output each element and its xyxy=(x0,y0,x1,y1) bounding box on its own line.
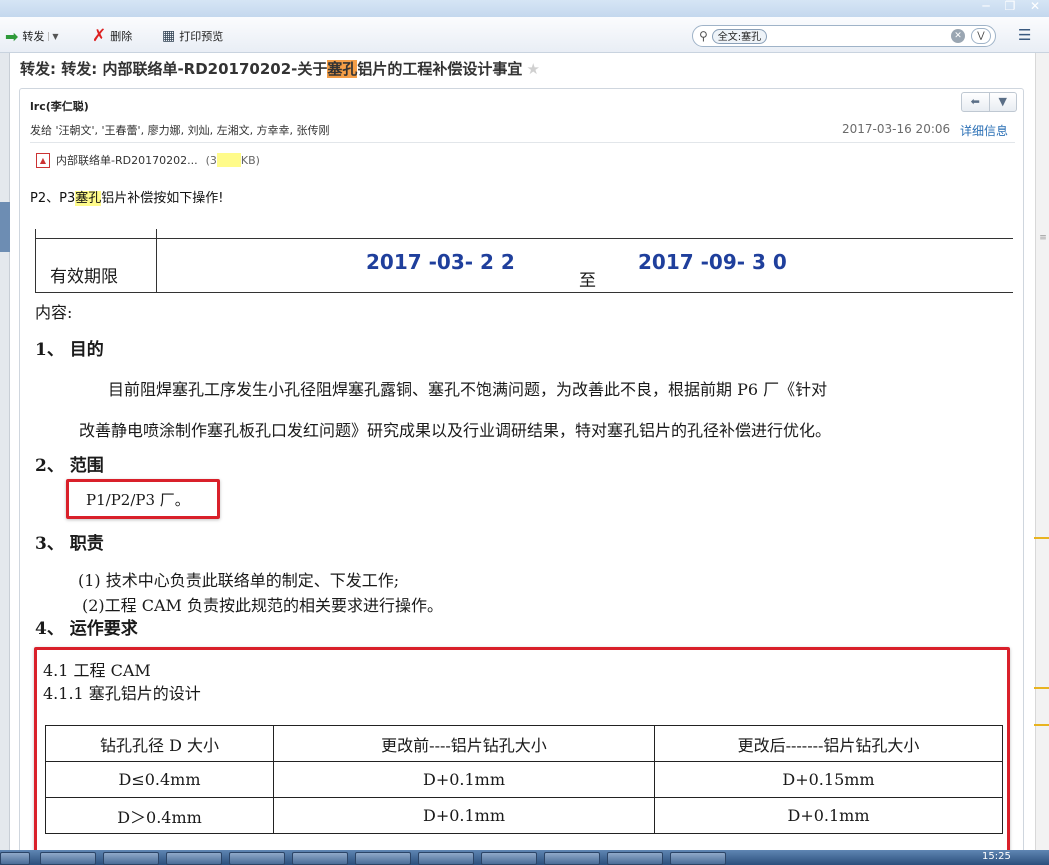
left-panel-selection xyxy=(0,202,10,252)
print-label: 打印预览 xyxy=(179,30,224,43)
taskbar-button[interactable] xyxy=(103,852,159,865)
attachment-size-highlight xyxy=(216,153,241,167)
table-cell: D+0.1mm xyxy=(273,761,655,798)
minimize-icon[interactable]: ─ xyxy=(975,0,997,14)
section-4-1-1: 4.1.1 塞孔铝片的设计 xyxy=(43,684,201,703)
taskbar: 15:25 xyxy=(0,850,1049,865)
search-options-icon[interactable]: ⋁ xyxy=(971,28,991,44)
mail-subject: 转发: 转发: 内部联络单-RD20170202-关于塞孔铝片的工程补偿设计事宜… xyxy=(20,58,540,79)
reply-icon[interactable]: ⬅ xyxy=(962,93,989,111)
purpose-line-2: 改善静电喷涂制作塞孔板孔口发红问题》研究成果以及行业调研结果，特对塞孔铝片的孔径… xyxy=(79,421,832,440)
star-icon[interactable]: ★ xyxy=(526,60,539,78)
table-header-row: 钻孔孔径 D 大小 更改前----铝片钻孔大小 更改后-------铝片钻孔大小 xyxy=(45,725,1003,762)
table-row: D≤0.4mm D+0.1mm D+0.15mm xyxy=(45,761,1003,798)
taskbar-button[interactable] xyxy=(544,852,600,865)
content-label: 内容: xyxy=(35,303,73,322)
delete-button[interactable]: ✗ 删除 xyxy=(92,25,132,47)
scope-highlight-box xyxy=(66,479,220,519)
clear-search-icon[interactable]: ✕ xyxy=(951,29,965,43)
sender[interactable]: lrc(李仁聪) xyxy=(30,98,89,114)
scroll-grip-icon[interactable]: ≡ xyxy=(1038,233,1048,253)
table-cell: D+0.1mm xyxy=(654,797,1003,834)
validity-box: 有效期限 2017 -03- 2 2 至 2017 -09- 3 0 xyxy=(35,229,1013,293)
validity-label: 有效期限 xyxy=(50,267,118,287)
table-cell: D+0.1mm xyxy=(273,797,655,834)
search-query-tag[interactable]: 全文:塞孔 xyxy=(711,28,768,44)
forward-dropdown-icon[interactable]: ▼ xyxy=(48,31,59,41)
attachment-size-close: KB) xyxy=(240,153,260,167)
scroll-marker xyxy=(1034,537,1049,539)
mail-card: lrc(李仁聪) ⬅ ▼ 发给 '汪朝文', '王春蕾', 廖力娜, 刘灿, 左… xyxy=(19,88,1024,858)
taskbar-button[interactable] xyxy=(166,852,222,865)
window-title-bar: ─ ❐ ✕ xyxy=(0,0,1049,17)
scroll-marker xyxy=(1034,724,1049,726)
table-header: 钻孔孔径 D 大小 xyxy=(45,725,274,762)
taskbar-button[interactable] xyxy=(229,852,285,865)
forward-arrow-icon: ➡ xyxy=(5,26,19,46)
print-preview-button[interactable]: ▦ 打印预览 xyxy=(162,25,223,47)
forward-button[interactable]: ➡ 转发 ▼ xyxy=(5,25,59,47)
taskbar-button[interactable] xyxy=(40,852,96,865)
table-header: 更改后-------铝片钻孔大小 xyxy=(654,725,1003,762)
attachment-name: 内部联络单-RD20170202... xyxy=(56,154,198,167)
section-3-title: 3、 职责 xyxy=(35,534,104,554)
details-link[interactable]: 详细信息 xyxy=(960,122,1008,139)
mail-date: 2017-03-16 20:06 xyxy=(842,122,951,136)
subject-highlight: 塞孔 xyxy=(327,60,358,78)
recipients: 发给 '汪朝文', '王春蕾', 廖力娜, 刘灿, 左湘文, 方幸幸, 张传刚 xyxy=(30,124,330,137)
pdf-icon: ▲ xyxy=(36,152,50,168)
header-divider xyxy=(30,142,1015,143)
duty-line-2: (2)工程 CAM 负责按此规范的相关要求进行操作。 xyxy=(82,596,444,615)
attachment-size-open: (3 xyxy=(205,153,217,167)
restore-icon[interactable]: ❐ xyxy=(999,0,1021,14)
search-box[interactable]: ⚲ 全文:塞孔 ✕ ⋁ xyxy=(692,25,996,47)
taskbar-button[interactable] xyxy=(0,852,30,865)
close-icon[interactable]: ✕ xyxy=(1024,0,1046,14)
mail-greeting: P2、P3塞孔铝片补偿按如下操作! xyxy=(30,187,223,206)
table-cell: D＞0.4mm xyxy=(45,797,274,834)
search-icon: ⚲ xyxy=(699,29,708,43)
taskbar-button[interactable] xyxy=(481,852,537,865)
section-4-title: 4、 运作要求 xyxy=(35,619,138,639)
greeting-text: P2、P3 xyxy=(30,191,76,206)
delete-label: 删除 xyxy=(110,30,133,43)
subject-text-end: 铝片的工程补偿设计事宜 xyxy=(357,60,523,78)
reply-controls: ⬅ ▼ xyxy=(961,92,1017,112)
section-2-title: 2、 范围 xyxy=(35,456,104,476)
greeting-text-end: 铝片补偿按如下操作! xyxy=(101,191,224,206)
table-cell: D+0.15mm xyxy=(654,761,1003,798)
delete-icon: ✗ xyxy=(92,26,107,46)
table-row: D＞0.4mm D+0.1mm D+0.1mm xyxy=(45,797,1003,834)
attachment[interactable]: ▲ 内部联络单-RD20170202... (3 KB) xyxy=(36,152,260,168)
taskbar-button[interactable] xyxy=(292,852,348,865)
taskbar-clock: 15:25 xyxy=(982,851,1011,862)
purpose-line-1: 目前阻焊塞孔工序发生小孔径阻焊塞孔露铜、塞孔不饱满问题，为改善此不良，根据前期 … xyxy=(108,380,828,399)
duty-line-1: (1) 技术中心负责此联络单的制定、下发工作; xyxy=(78,571,400,590)
printer-icon: ▦ xyxy=(162,28,176,44)
scroll-marker xyxy=(1034,687,1049,689)
drill-compensation-table: 钻孔孔径 D 大小 更改前----铝片钻孔大小 更改后-------铝片钻孔大小… xyxy=(45,725,1003,834)
validity-end-stamp: 2017 -09- 3 0 xyxy=(638,250,787,274)
forward-label: 转发 xyxy=(22,30,45,43)
taskbar-button[interactable] xyxy=(670,852,726,865)
reply-dropdown-icon[interactable]: ▼ xyxy=(988,93,1017,111)
subject-text: 转发: 转发: 内部联络单-RD20170202-关于 xyxy=(20,60,328,78)
section-1-title: 1、 目的 xyxy=(35,340,104,360)
validity-to: 至 xyxy=(579,271,596,291)
toolbar: ➡ 转发 ▼ ✗ 删除 ▦ 打印预览 ⚲ 全文:塞孔 ✕ ⋁ ☰ xyxy=(0,17,1049,53)
section-4-1: 4.1 工程 CAM xyxy=(43,661,151,680)
table-cell: D≤0.4mm xyxy=(45,761,274,798)
validity-start-stamp: 2017 -03- 2 2 xyxy=(366,250,515,274)
table-header: 更改前----铝片钻孔大小 xyxy=(273,725,655,762)
left-panel-edge xyxy=(0,53,10,850)
validity-divider xyxy=(156,229,157,293)
menu-icon[interactable]: ☰ xyxy=(1018,26,1031,44)
embedded-document-image: 有效期限 2017 -03- 2 2 至 2017 -09- 3 0 内容: 1… xyxy=(33,217,1023,857)
taskbar-button[interactable] xyxy=(418,852,474,865)
taskbar-button[interactable] xyxy=(607,852,663,865)
greeting-highlight: 塞孔 xyxy=(75,191,102,206)
taskbar-button[interactable] xyxy=(355,852,411,865)
vertical-scrollbar[interactable]: ≡ xyxy=(1035,53,1049,850)
